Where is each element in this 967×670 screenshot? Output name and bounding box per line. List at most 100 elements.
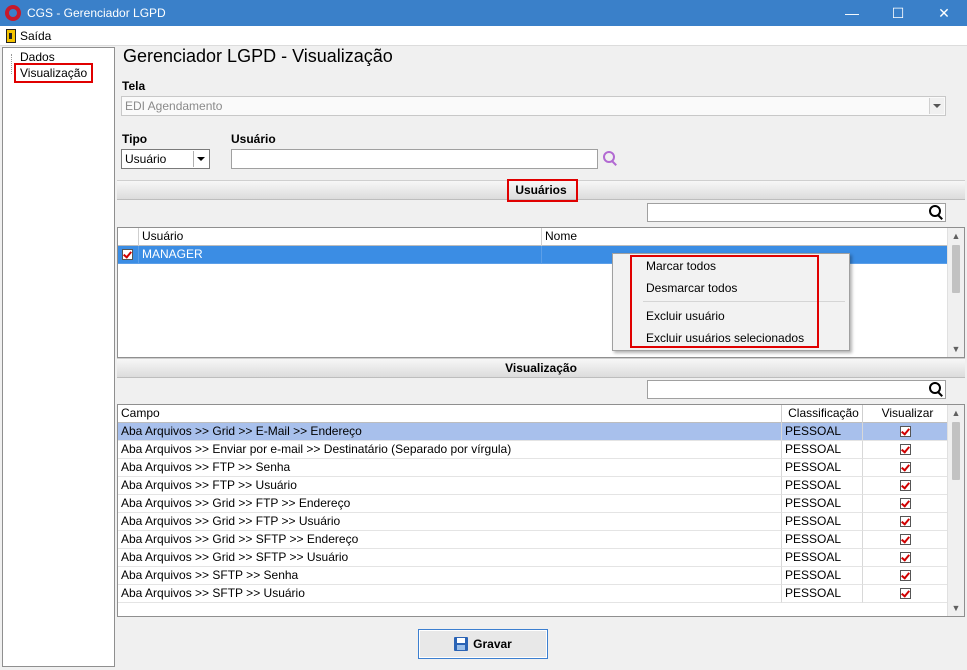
- visualizacao-col-classificacao[interactable]: Classificação: [782, 405, 863, 423]
- table-row[interactable]: Aba Arquivos >> SFTP >> Senha PESSOAL: [118, 567, 949, 585]
- usuarios-grid-header: Usuário Nome: [118, 228, 947, 246]
- visualizar-checkbox[interactable]: [900, 534, 911, 545]
- row-visualizar[interactable]: [863, 495, 949, 513]
- visualizacao-col-campo[interactable]: Campo: [118, 405, 782, 423]
- usuarios-scrollbar[interactable]: ▲ ▼: [947, 228, 964, 357]
- row-classificacao: PESSOAL: [782, 459, 863, 477]
- table-row[interactable]: Aba Arquivos >> Grid >> SFTP >> Endereço…: [118, 531, 949, 549]
- row-classificacao: PESSOAL: [782, 513, 863, 531]
- visualizacao-grid-header: Campo Classificação Visualizar: [118, 405, 947, 423]
- row-campo: Aba Arquivos >> Grid >> SFTP >> Usuário: [118, 549, 782, 567]
- row-visualizar[interactable]: [863, 567, 949, 585]
- row-check-cell[interactable]: [118, 246, 139, 264]
- row-classificacao: PESSOAL: [782, 585, 863, 603]
- scroll-thumb[interactable]: [952, 245, 960, 293]
- tree-item-visualizacao[interactable]: Visualização: [13, 63, 94, 83]
- usuario-filter-input[interactable]: [231, 149, 598, 169]
- row-visualizar[interactable]: [863, 585, 949, 603]
- usuarios-col-usuario[interactable]: Usuário: [139, 228, 542, 246]
- chevron-down-icon[interactable]: [193, 151, 208, 167]
- menu-item-excluir-selecionados[interactable]: Excluir usuários selecionados: [646, 331, 804, 345]
- visualizacao-col-visualizar[interactable]: Visualizar: [863, 405, 949, 423]
- tree-item-dados[interactable]: Dados: [17, 50, 58, 64]
- search-user-icon[interactable]: [603, 151, 617, 165]
- row-visualizar[interactable]: [863, 477, 949, 495]
- visualizar-checkbox[interactable]: [900, 570, 911, 581]
- menu-item-excluir-usuario[interactable]: Excluir usuário: [646, 309, 725, 323]
- scroll-up-icon[interactable]: ▲: [948, 228, 964, 244]
- row-campo: Aba Arquivos >> Grid >> FTP >> Usuário: [118, 513, 782, 531]
- visualizar-checkbox[interactable]: [900, 480, 911, 491]
- visualizar-checkbox[interactable]: [900, 498, 911, 509]
- tipo-label: Tipo: [122, 132, 148, 146]
- usuarios-col-nome[interactable]: Nome: [542, 228, 949, 246]
- table-row[interactable]: Aba Arquivos >> Grid >> SFTP >> Usuário P…: [118, 549, 949, 567]
- row-checkbox[interactable]: [122, 249, 133, 260]
- scroll-up-icon[interactable]: ▲: [948, 405, 964, 421]
- table-row[interactable]: Aba Arquivos >> Enviar por e-mail >> Des…: [118, 441, 949, 459]
- row-classificacao: PESSOAL: [782, 477, 863, 495]
- scroll-down-icon[interactable]: ▼: [948, 341, 964, 357]
- row-classificacao: PESSOAL: [782, 441, 863, 459]
- row-visualizar[interactable]: [863, 423, 949, 441]
- context-menu: Marcar todos Desmarcar todos Excluir usu…: [612, 253, 850, 351]
- search-icon[interactable]: [929, 382, 943, 396]
- table-row[interactable]: Aba Arquivos >> Grid >> E-Mail >> Endere…: [118, 423, 949, 441]
- search-icon[interactable]: [929, 205, 943, 219]
- row-campo: Aba Arquivos >> Grid >> FTP >> Endereço: [118, 495, 782, 513]
- table-row[interactable]: Aba Arquivos >> Grid >> FTP >> Usuário PE…: [118, 513, 949, 531]
- row-visualizar[interactable]: [863, 459, 949, 477]
- scroll-down-icon[interactable]: ▼: [948, 600, 964, 616]
- tipo-combo[interactable]: Usuário: [121, 149, 210, 169]
- app-logo-icon: [5, 5, 21, 21]
- usuarios-search-input[interactable]: [647, 203, 946, 222]
- save-button[interactable]: Gravar: [418, 629, 548, 659]
- row-campo: Aba Arquivos >> Enviar por e-mail >> Des…: [118, 441, 782, 459]
- row-campo: Aba Arquivos >> FTP >> Usuário: [118, 477, 782, 495]
- visualizar-checkbox[interactable]: [900, 552, 911, 563]
- close-button[interactable]: ✕: [921, 0, 967, 26]
- row-visualizar[interactable]: [863, 531, 949, 549]
- visualizacao-section-header: Visualização: [117, 358, 965, 378]
- chevron-down-icon[interactable]: [929, 98, 944, 114]
- tela-combo[interactable]: EDI Agendamento: [121, 96, 946, 116]
- row-campo: Aba Arquivos >> Grid >> SFTP >> Endereço: [118, 531, 782, 549]
- scroll-thumb[interactable]: [952, 422, 960, 480]
- row-visualizar[interactable]: [863, 513, 949, 531]
- usuario-filter-label: Usuário: [231, 132, 276, 146]
- visualizacao-search-input[interactable]: [647, 380, 946, 399]
- visualizar-checkbox[interactable]: [900, 588, 911, 599]
- save-label: Gravar: [473, 637, 512, 651]
- table-row[interactable]: Aba Arquivos >> Grid >> FTP >> Endereço P…: [118, 495, 949, 513]
- exit-door-icon: [6, 29, 16, 43]
- row-classificacao: PESSOAL: [782, 423, 863, 441]
- row-visualizar[interactable]: [863, 441, 949, 459]
- menu-item-desmarcar-todos[interactable]: Desmarcar todos: [646, 281, 737, 295]
- maximize-button[interactable]: ☐: [875, 0, 921, 26]
- menu-exit-label: Saída: [20, 29, 52, 43]
- menu-separator: [643, 301, 845, 302]
- visualizacao-grid: Campo Classificação Visualizar Aba Arqui…: [117, 404, 965, 617]
- usuarios-section-title: Usuários: [515, 183, 567, 197]
- table-row[interactable]: Aba Arquivos >> FTP >> Senha PESSOAL: [118, 459, 949, 477]
- visualizacao-section-title: Visualização: [505, 361, 577, 375]
- row-classificacao: PESSOAL: [782, 531, 863, 549]
- visualizar-checkbox[interactable]: [900, 516, 911, 527]
- visualizar-checkbox[interactable]: [900, 426, 911, 437]
- menu-item-marcar-todos[interactable]: Marcar todos: [646, 259, 716, 273]
- table-row[interactable]: Aba Arquivos >> SFTP >> Usuário PESSOAL: [118, 585, 949, 603]
- visualizacao-scrollbar[interactable]: ▲ ▼: [947, 405, 964, 616]
- visualizar-checkbox[interactable]: [900, 444, 911, 455]
- visualizar-checkbox[interactable]: [900, 462, 911, 473]
- row-classificacao: PESSOAL: [782, 495, 863, 513]
- minimize-button[interactable]: —: [829, 0, 875, 26]
- row-visualizar[interactable]: [863, 549, 949, 567]
- tree-connector: [11, 54, 12, 74]
- tipo-value: Usuário: [125, 152, 167, 166]
- usuarios-col-check: [118, 228, 139, 246]
- table-row[interactable]: Aba Arquivos >> FTP >> Usuário PESSOAL: [118, 477, 949, 495]
- row-classificacao: PESSOAL: [782, 567, 863, 585]
- page-title: Gerenciador LGPD - Visualização: [123, 46, 393, 66]
- window-title: CGS - Gerenciador LGPD: [27, 6, 166, 20]
- menu-exit[interactable]: Saída: [3, 27, 54, 45]
